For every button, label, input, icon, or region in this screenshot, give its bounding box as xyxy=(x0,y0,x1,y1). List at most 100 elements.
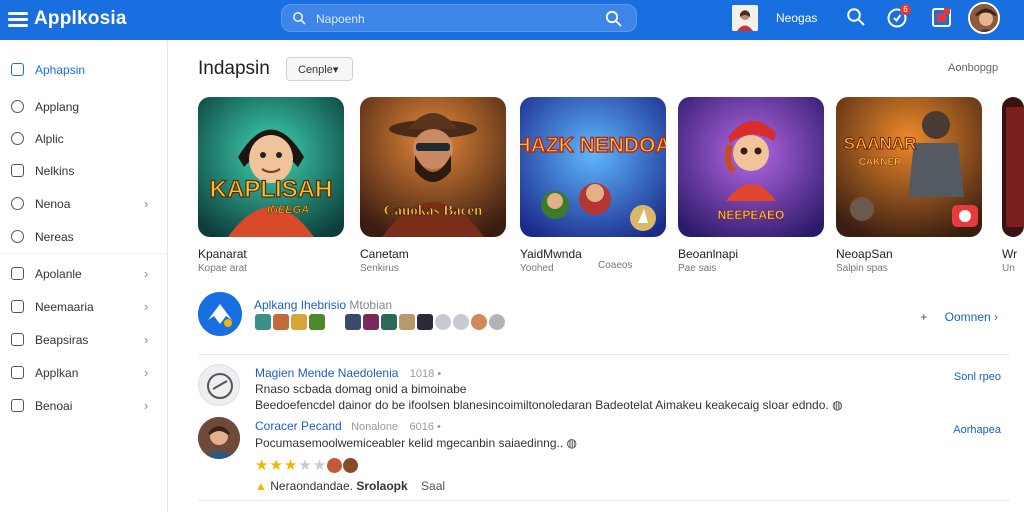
sidebar-item-label: Benoai xyxy=(35,399,73,413)
game-title-art: Cauokas Bacen xyxy=(383,203,483,220)
game-thumbnail[interactable]: Cauokas Bacen xyxy=(360,97,506,237)
review-text: Pocumasemoolwemiceabler kelid mgecanbin … xyxy=(255,436,577,450)
sidebar-item-applang[interactable]: Applang xyxy=(0,93,168,121)
game-name[interactable]: Wr xyxy=(1002,247,1017,261)
developer-name[interactable]: Aplkang Ihebrisio Mtobian xyxy=(254,298,392,312)
profile-thumbnail[interactable] xyxy=(732,5,758,31)
sidebar-item-label: Aphapsin xyxy=(35,63,86,77)
review-action-link[interactable]: Sonl rpeo xyxy=(954,371,1001,383)
circle-icon xyxy=(11,132,24,145)
search-submit-icon[interactable] xyxy=(605,10,622,27)
reviewer-name[interactable]: Magien Mende xyxy=(255,366,334,380)
sidebar-item-applkan[interactable]: Applkan › xyxy=(0,359,168,387)
chevron-right-icon: › xyxy=(144,398,149,413)
user-avatar[interactable] xyxy=(968,2,1000,34)
game-thumbnail[interactable] xyxy=(1002,97,1024,237)
developer-logo[interactable] xyxy=(198,292,242,336)
sidebar-item-nereas[interactable]: Nereas xyxy=(0,223,168,251)
game-developer: Kopae arat xyxy=(198,263,247,274)
game-thumbnail[interactable]: KAPLISAH INEEGA xyxy=(198,97,344,237)
notification-badge: 6 xyxy=(900,4,911,15)
follow-button[interactable]: + Oomnen › xyxy=(920,310,998,324)
developer-row[interactable]: Aplkang Ihebrisio Mtobian + Oomnen › xyxy=(198,292,1010,342)
divider xyxy=(198,354,1010,355)
reviewer-avatar[interactable] xyxy=(198,364,240,406)
see-all-link[interactable]: Aonbopgp xyxy=(948,62,998,74)
notifications-button[interactable]: 6 xyxy=(886,4,911,29)
game-developer: Salpin spas xyxy=(836,263,888,274)
review-action-link[interactable]: Aorhapea xyxy=(953,424,1001,436)
game-developer: Un xyxy=(1002,263,1015,274)
sidebar-item-beapsiras[interactable]: Beapsiras › xyxy=(0,326,168,354)
mini-thumbnail[interactable] xyxy=(345,314,361,330)
game-card[interactable]: KAPLISAH INEEGA Kpanarat Kopae arat xyxy=(198,97,346,274)
mini-thumbnail[interactable] xyxy=(273,314,289,330)
plus-icon: + xyxy=(920,310,928,324)
game-name[interactable]: NeoapSan xyxy=(836,247,893,261)
reviewer-name[interactable]: Coracer Pecand xyxy=(255,419,342,433)
game-badge: Coaeos xyxy=(598,260,633,271)
game-name[interactable]: Beoanlnapi xyxy=(678,247,738,261)
game-title-art: HAZK NENDOA xyxy=(520,133,666,157)
mini-thumbnail[interactable] xyxy=(417,314,433,330)
svg-text:NEEPEAEO: NEEPEAEO xyxy=(718,208,785,222)
footer-name: Neraondandae. xyxy=(270,479,353,493)
review-footer: ▲ Neraondandae. Srolaopk Saal xyxy=(255,479,445,493)
game-title-art: SAANAR CAKNER xyxy=(843,134,917,169)
game-card[interactable]: Cauokas Bacen Canetam Senkirus xyxy=(360,97,508,274)
sidebar-item-nelkins[interactable]: Nelkins xyxy=(0,157,168,185)
mini-thumbnail[interactable] xyxy=(363,314,379,330)
game-name[interactable]: Kpanarat xyxy=(198,247,247,261)
game-card[interactable]: SAANAR CAKNER NeoapSan Salpin spas xyxy=(836,97,984,274)
search-input[interactable]: Napoenh xyxy=(281,4,637,32)
mini-thumbnail[interactable] xyxy=(291,314,307,330)
game-developer: Senkirus xyxy=(360,263,399,274)
svg-text:KAPLISAH: KAPLISAH xyxy=(210,176,333,203)
mini-thumbnail[interactable] xyxy=(399,314,415,330)
chevron-right-icon: › xyxy=(144,299,149,314)
user-link[interactable]: Neogas xyxy=(776,11,817,25)
sidebar-item-nenoa[interactable]: Nenoa › xyxy=(0,190,168,218)
app-title[interactable]: Applkosia xyxy=(34,8,127,30)
developer-name-text: Aplkang Ihebrisio xyxy=(254,298,347,312)
sidebar-item-apolanle[interactable]: Apolanle › xyxy=(0,260,168,288)
game-thumbnail[interactable]: SAANAR CAKNER xyxy=(836,97,982,237)
review-text: Beedoefencdel dainor do be ifoolsen blan… xyxy=(255,398,843,412)
game-card[interactable]: Wr Un xyxy=(1002,97,1024,277)
reactor-avatar[interactable] xyxy=(343,458,359,473)
sidebar-item-benoai[interactable]: Benoai › xyxy=(0,392,168,420)
game-card[interactable]: HAZK NENDOA YaidMwnda Yoohed Coaeos xyxy=(520,97,668,274)
game-name[interactable]: YaidMwnda xyxy=(520,247,582,261)
mini-thumbnail[interactable] xyxy=(255,314,271,330)
star-empty-icon: ★ xyxy=(298,457,312,474)
circle-icon xyxy=(11,230,24,243)
checkbox-icon xyxy=(11,63,24,76)
svg-text:CAKNER: CAKNER xyxy=(859,157,903,168)
game-thumbnail[interactable]: NEEPEAEO xyxy=(678,97,824,237)
game-thumbnail[interactable]: HAZK NENDOA xyxy=(520,97,666,237)
mini-thumbnail[interactable] xyxy=(489,314,505,330)
svg-text:SAANAR: SAANAR xyxy=(844,134,917,153)
review-meta: 1018 • xyxy=(409,368,442,380)
mini-thumbnail[interactable] xyxy=(471,314,487,330)
hamburger-menu-icon[interactable] xyxy=(8,9,30,29)
mini-thumbnail[interactable] xyxy=(381,314,397,330)
mini-thumbnail[interactable] xyxy=(435,314,451,330)
mini-thumbnail[interactable] xyxy=(309,314,325,330)
reactor-avatar[interactable] xyxy=(327,458,343,473)
sidebar-item-aphapsin[interactable]: Aphapsin xyxy=(0,56,168,84)
reviewer-avatar[interactable] xyxy=(198,417,240,459)
review-title: Naedolenia xyxy=(337,366,399,380)
game-title-art: KAPLISAH INEEGA xyxy=(209,175,333,216)
gift-icon[interactable] xyxy=(931,7,952,28)
sidebar-item-label: Nelkins xyxy=(35,164,75,178)
game-card[interactable]: NEEPEAEO Beoanlnapi Pae sais xyxy=(678,97,826,274)
search-icon[interactable] xyxy=(846,7,866,27)
sidebar-item-neemaaria[interactable]: Neemaaria › xyxy=(0,293,168,321)
star-empty-icon: ★ xyxy=(312,457,327,474)
mini-thumbnail[interactable] xyxy=(453,314,469,330)
mini-thumbnail[interactable] xyxy=(327,314,343,330)
sidebar-item-alplic[interactable]: Alplic xyxy=(0,125,168,153)
game-name[interactable]: Canetam xyxy=(360,247,409,261)
category-dropdown-button[interactable]: Cenple▾ xyxy=(286,57,353,81)
